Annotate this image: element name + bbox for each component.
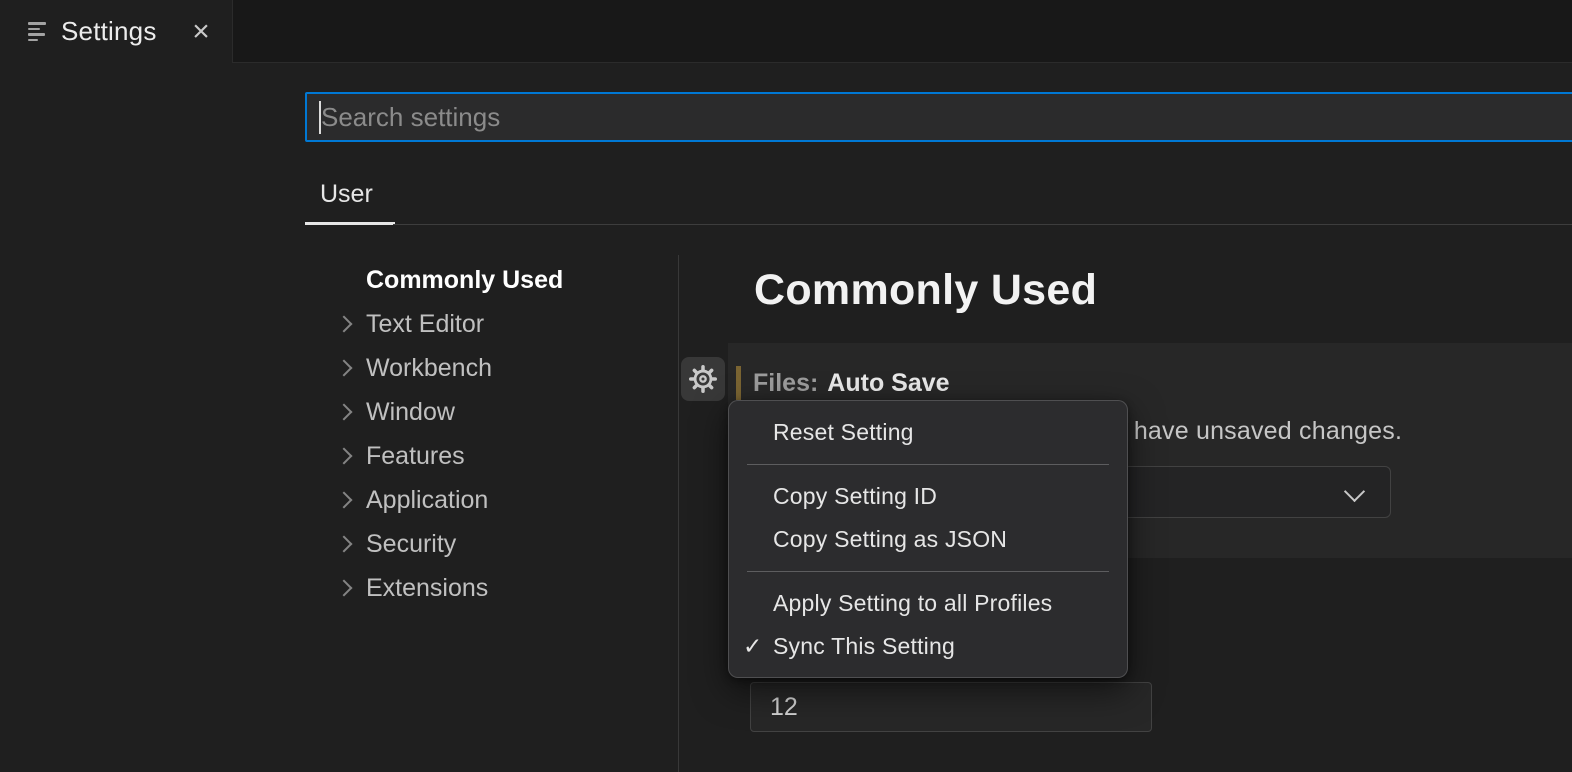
chevron-right-icon bbox=[336, 448, 353, 465]
toc-content-divider bbox=[678, 255, 679, 772]
menu-separator bbox=[747, 464, 1109, 465]
settings-toc: Commonly Used Text Editor Workbench Wind… bbox=[305, 258, 678, 610]
tab-settings[interactable]: Settings × bbox=[0, 0, 233, 63]
menu-item-reset-setting[interactable]: Reset Setting bbox=[729, 411, 1127, 454]
chevron-right-icon bbox=[336, 404, 353, 421]
tab-user-scope[interactable]: User bbox=[320, 180, 373, 209]
setting-context-menu: Reset Setting Copy Setting ID Copy Setti… bbox=[728, 400, 1128, 678]
tab-title: Settings bbox=[61, 16, 157, 47]
toc-item-security[interactable]: Security bbox=[305, 522, 678, 566]
toc-item-window[interactable]: Window bbox=[305, 390, 678, 434]
chevron-down-icon bbox=[1344, 481, 1365, 502]
text-cursor bbox=[319, 101, 321, 134]
toc-item-text-editor[interactable]: Text Editor bbox=[305, 302, 678, 346]
close-icon[interactable]: × bbox=[186, 17, 216, 47]
search-input[interactable] bbox=[305, 92, 1572, 142]
section-heading: Commonly Used bbox=[754, 266, 1097, 315]
toc-item-workbench[interactable]: Workbench bbox=[305, 346, 678, 390]
chevron-right-icon bbox=[336, 360, 353, 377]
chevron-right-icon bbox=[336, 536, 353, 553]
check-icon: ✓ bbox=[743, 625, 762, 668]
menu-item-label: Sync This Setting bbox=[773, 633, 955, 659]
setting-title: Files: Auto Save bbox=[753, 369, 950, 398]
settings-list-icon bbox=[28, 22, 48, 42]
chevron-right-icon bbox=[336, 492, 353, 509]
menu-separator bbox=[747, 571, 1109, 572]
modified-setting-indicator bbox=[736, 366, 741, 400]
tab-strip: Settings × bbox=[0, 0, 1572, 63]
setting-category: Files: bbox=[753, 369, 818, 397]
tabbar-divider bbox=[393, 224, 1572, 225]
toc-item-features[interactable]: Features bbox=[305, 434, 678, 478]
active-tab-underline bbox=[305, 222, 395, 225]
settings-editor-window: Settings × User Commonly Used Text Edito… bbox=[0, 0, 1572, 772]
toc-item-extensions[interactable]: Extensions bbox=[305, 566, 678, 610]
setting-name: Auto Save bbox=[827, 369, 949, 397]
setting-gear-button[interactable] bbox=[681, 357, 725, 401]
menu-item-sync-this-setting[interactable]: ✓ Sync This Setting bbox=[729, 625, 1127, 668]
chevron-right-icon bbox=[336, 316, 353, 333]
menu-item-copy-setting-id[interactable]: Copy Setting ID bbox=[729, 475, 1127, 518]
gear-icon bbox=[689, 365, 717, 393]
menu-item-copy-setting-as-json[interactable]: Copy Setting as JSON bbox=[729, 518, 1127, 561]
font-size-input[interactable] bbox=[750, 682, 1152, 732]
chevron-right-icon bbox=[336, 580, 353, 597]
menu-item-apply-setting-to-all-profiles[interactable]: Apply Setting to all Profiles bbox=[729, 582, 1127, 625]
toc-item-application[interactable]: Application bbox=[305, 478, 678, 522]
toc-item-commonly-used[interactable]: Commonly Used bbox=[305, 258, 678, 302]
